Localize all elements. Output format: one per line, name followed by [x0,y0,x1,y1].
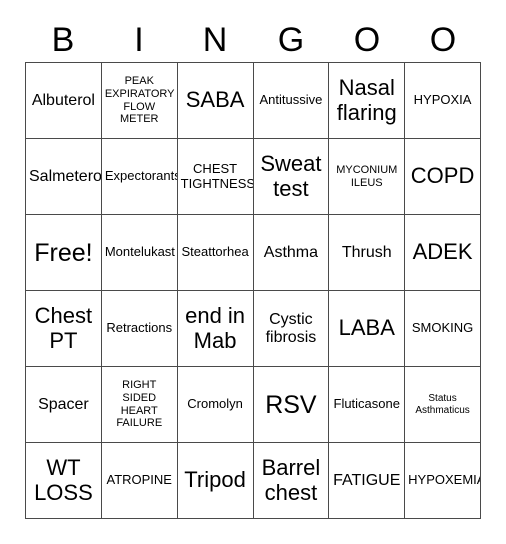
bingo-cell[interactable]: ADEK [405,215,481,291]
bingo-cell-label: Spacer [38,395,89,413]
bingo-cell-label: Status Asthmaticus [415,392,470,416]
bingo-cell[interactable]: Spacer [26,367,102,443]
bingo-cell-label: LABA [338,315,395,341]
bingo-cell[interactable]: Cystic fibrosis [253,291,330,367]
bingo-card: B I N G O O Albuterol PEAK EXPIRATORY FLOW MET… [25,18,481,519]
bingo-cell-label: Barrel chest [261,454,321,505]
bingo-cell[interactable]: Status Asthmaticus [405,367,481,443]
bingo-free-space[interactable]: Free! [26,215,102,291]
bingo-cell[interactable]: Asthma [253,215,330,291]
bingo-cell-label: ATROPINE [106,472,172,488]
bingo-cell[interactable]: Chest PT [26,291,102,367]
bingo-cell-label: RIGHT SIDED HEART FAILURE [116,378,163,430]
bingo-cell-label: end in Mab [185,302,246,353]
bingo-cell-label: Montelukast [104,244,175,260]
bingo-cell[interactable]: HYPOXIA [405,63,481,139]
bingo-cell-label: Antitussive [259,92,323,108]
bingo-cell[interactable]: MYCONIUM ILEUS [329,139,406,215]
bingo-cell[interactable]: WT LOSS [26,443,102,519]
bingo-cell[interactable]: ATROPINE [101,443,178,519]
bingo-cell-label: WT LOSS [34,454,93,505]
bingo-cell[interactable]: RIGHT SIDED HEART FAILURE [101,367,178,443]
bingo-cell-label: ADEK [412,239,473,265]
bingo-cell-label: Asthma [263,243,319,261]
bingo-cell[interactable]: Retractions [101,291,178,367]
bingo-cell-label: Tripod [184,467,246,493]
bingo-cell[interactable]: Nasal flaring [329,63,406,139]
bingo-cell-label: HYPOXIA [413,92,472,108]
bingo-cell-label: Sweat test [260,150,322,201]
bingo-cell-label: SMOKING [411,320,474,336]
bingo-header-letter: O [429,21,457,59]
bingo-cell[interactable]: COPD [405,139,481,215]
bingo-cell-label: Steattorhea [181,244,249,260]
bingo-cell-label: Albuterol [31,91,95,109]
bingo-cell[interactable]: Cromolyn [177,367,254,443]
bingo-cell-label: Fluticasone [333,396,400,412]
bingo-cell[interactable]: Antitussive [253,63,330,139]
bingo-cell-label: Nasal flaring [336,74,397,125]
bingo-grid: Albuterol PEAK EXPIRATORY FLOW METER SABA A… [25,62,481,519]
bingo-cell-label: MYCONIUM ILEUS [336,163,398,189]
bingo-cell[interactable]: Fluticasone [329,367,406,443]
bingo-cell-label: Chest PT [34,302,93,353]
bingo-cell[interactable]: RSV [253,367,330,443]
bingo-cell[interactable]: Tripod [177,443,254,519]
bingo-cell-label: Thrush [341,243,392,261]
bingo-cell[interactable]: Sweat test [253,139,330,215]
bingo-cell[interactable]: Expectorants [101,139,178,215]
bingo-cell[interactable]: PEAK EXPIRATORY FLOW METER [101,63,178,139]
bingo-cell[interactable]: Thrush [329,215,406,291]
bingo-cell-label: FATIGUE [333,471,401,489]
bingo-cell[interactable]: SABA [177,63,254,139]
bingo-cell[interactable]: Albuterol [26,63,102,139]
bingo-header-letter: B [51,21,75,59]
bingo-cell[interactable]: Montelukast [101,215,178,291]
bingo-cell[interactable]: CHEST TIGHTNESS [177,139,254,215]
bingo-header-letter: N [202,21,228,59]
bingo-cell[interactable]: end in Mab [177,291,254,367]
bingo-cell-label: Cystic fibrosis [265,310,317,346]
bingo-cell-label: SABA [185,87,245,113]
bingo-cell-label: COPD [410,163,475,189]
bingo-cell-label: Expectorants [104,168,178,184]
bingo-cell[interactable]: Steattorhea [177,215,254,291]
bingo-cell[interactable]: LABA [329,291,406,367]
bingo-header-letter: O [353,21,381,59]
bingo-cell[interactable]: FATIGUE [329,443,406,519]
bingo-cell-label: PEAK EXPIRATORY FLOW METER [104,74,175,126]
bingo-cell-label: Salmeterol [29,167,102,185]
bingo-cell[interactable]: HYPOXEMIA [405,443,481,519]
bingo-cell[interactable]: SMOKING [405,291,481,367]
bingo-cell-label: Cromolyn [187,396,243,412]
bingo-cell-label: Retractions [106,320,173,336]
bingo-cell-label: HYPOXEMIA [408,472,481,488]
bingo-cell[interactable]: Salmeterol [26,139,102,215]
bingo-cell-label: RSV [265,390,317,419]
bingo-cell-label: Free! [34,238,93,267]
bingo-cell-label: CHEST TIGHTNESS [180,160,254,191]
bingo-header-letter: G [277,21,305,59]
bingo-header-row: BINGOO [25,18,481,62]
bingo-cell[interactable]: Barrel chest [253,443,330,519]
bingo-header-letter: I [134,21,144,59]
